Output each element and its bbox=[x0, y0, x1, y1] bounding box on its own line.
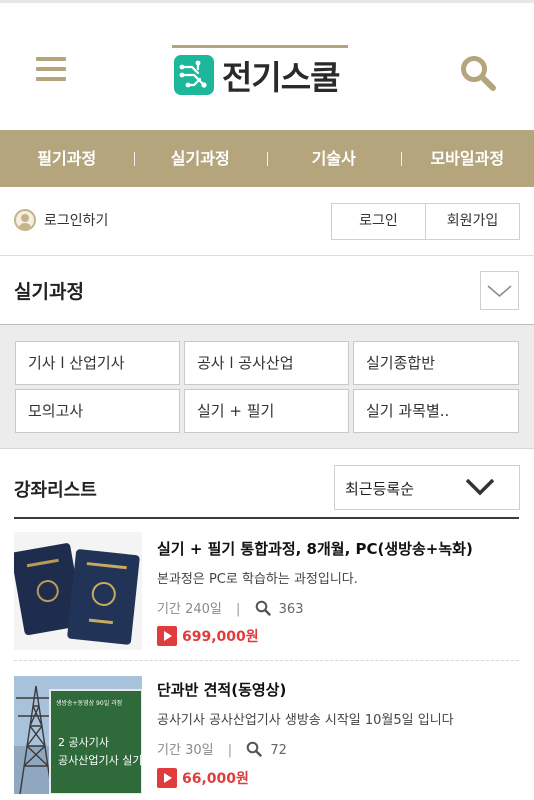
course-price: 699,000원 bbox=[182, 629, 259, 645]
site-logo[interactable]: 전기스쿨 bbox=[172, 45, 348, 101]
sign-line-1: 생방송+동영상 90일 과정 bbox=[56, 700, 123, 707]
period-value: 30일 bbox=[185, 743, 214, 758]
nav-item-practical[interactable]: 실기과정 bbox=[133, 130, 268, 187]
period-label: 기간 bbox=[157, 602, 181, 617]
sign-line-3: 공사산업기사 실기 bbox=[58, 754, 142, 767]
course-price: 66,000원 bbox=[182, 771, 249, 787]
chevron-down-icon[interactable] bbox=[480, 271, 519, 310]
course-item[interactable]: 실기 + 필기 통합과정, 8개월, PC(생방송+녹화) 본과정은 PC로 학… bbox=[0, 520, 534, 660]
hamburger-icon[interactable] bbox=[36, 57, 66, 83]
view-count: 72 bbox=[270, 743, 287, 758]
signup-button[interactable]: 회원가입 bbox=[425, 204, 519, 239]
meta-separator: | bbox=[235, 602, 241, 617]
category-by-subject[interactable]: 실기 과목별.. bbox=[353, 389, 519, 433]
period-value: 240일 bbox=[185, 602, 222, 617]
course-description: 본과정은 PC로 학습하는 과정입니다. bbox=[157, 572, 358, 587]
main-nav: 필기과정 실기과정 기술사 모바일과정 bbox=[0, 130, 534, 187]
transmission-tower-thumbnail[interactable]: 생방송+동영상 90일 과정 2 공사기사 공사산업기사 실기 bbox=[14, 676, 142, 794]
logo-top-bar bbox=[172, 45, 348, 48]
sort-selected-value: 최근등록순 bbox=[345, 480, 415, 498]
course-meta: 기간 30일 | 72 bbox=[157, 739, 287, 761]
user-icon bbox=[14, 209, 36, 231]
course-item[interactable]: 생방송+동영상 90일 과정 2 공사기사 공사산업기사 실기 단과반 견적(동… bbox=[0, 661, 534, 800]
play-icon bbox=[157, 768, 177, 788]
course-meta: 기간 240일 | 363 bbox=[157, 598, 303, 620]
magnifier-icon bbox=[255, 600, 271, 620]
course-list-header: 강좌리스트 최근등록순 bbox=[0, 450, 534, 520]
category-practical-written[interactable]: 실기 + 필기 bbox=[184, 389, 349, 433]
play-icon bbox=[157, 626, 177, 646]
meta-separator: | bbox=[227, 743, 233, 758]
login-prompt-link[interactable]: 로그인하기 bbox=[44, 210, 108, 230]
course-title[interactable]: 실기 + 필기 통합과정, 8개월, PC(생방송+녹화) bbox=[157, 538, 522, 559]
circuit-logo-icon bbox=[174, 55, 214, 95]
course-title[interactable]: 단과반 견적(동영상) bbox=[157, 679, 522, 700]
nav-item-professional-engineer[interactable]: 기술사 bbox=[267, 130, 401, 187]
course-description: 공사기사 공사산업기사 생방송 시작일 10월5일 입니다 bbox=[157, 713, 454, 728]
list-top-rule bbox=[14, 517, 519, 519]
category-engineer-industrial[interactable]: 기사 l 산업기사 bbox=[15, 341, 180, 385]
magnifier-icon[interactable] bbox=[458, 53, 498, 93]
passport-thumbnail[interactable] bbox=[14, 532, 142, 650]
section-header: 실기과정 bbox=[0, 256, 534, 325]
sign-line-2: 2 공사기사 bbox=[58, 736, 109, 749]
category-practical-comprehensive[interactable]: 실기종합반 bbox=[353, 341, 519, 385]
nav-item-written[interactable]: 필기과정 bbox=[0, 130, 134, 187]
category-grid: 기사 l 산업기사 공사 l 공사산업 실기종합반 모의고사 실기 + 필기 실… bbox=[0, 325, 534, 449]
auth-button-group: 로그인 회원가입 bbox=[331, 203, 520, 240]
nav-item-mobile[interactable]: 모바일과정 bbox=[400, 130, 534, 187]
period-label: 기간 bbox=[157, 743, 181, 758]
login-button[interactable]: 로그인 bbox=[332, 204, 425, 239]
sort-dropdown[interactable]: 최근등록순 bbox=[334, 465, 520, 510]
magnifier-icon bbox=[246, 741, 262, 761]
site-header: 전기스쿨 bbox=[0, 3, 534, 130]
logo-text: 전기스쿨 bbox=[222, 58, 340, 97]
category-mock-exam[interactable]: 모의고사 bbox=[15, 389, 180, 433]
login-bar: 로그인하기 로그인 회원가입 bbox=[0, 187, 534, 256]
chevron-down-icon bbox=[463, 474, 497, 500]
course-list-title: 강좌리스트 bbox=[14, 480, 97, 501]
category-construction[interactable]: 공사 l 공사산업 bbox=[184, 341, 349, 385]
section-title: 실기과정 bbox=[14, 281, 84, 303]
view-count: 363 bbox=[278, 602, 304, 617]
